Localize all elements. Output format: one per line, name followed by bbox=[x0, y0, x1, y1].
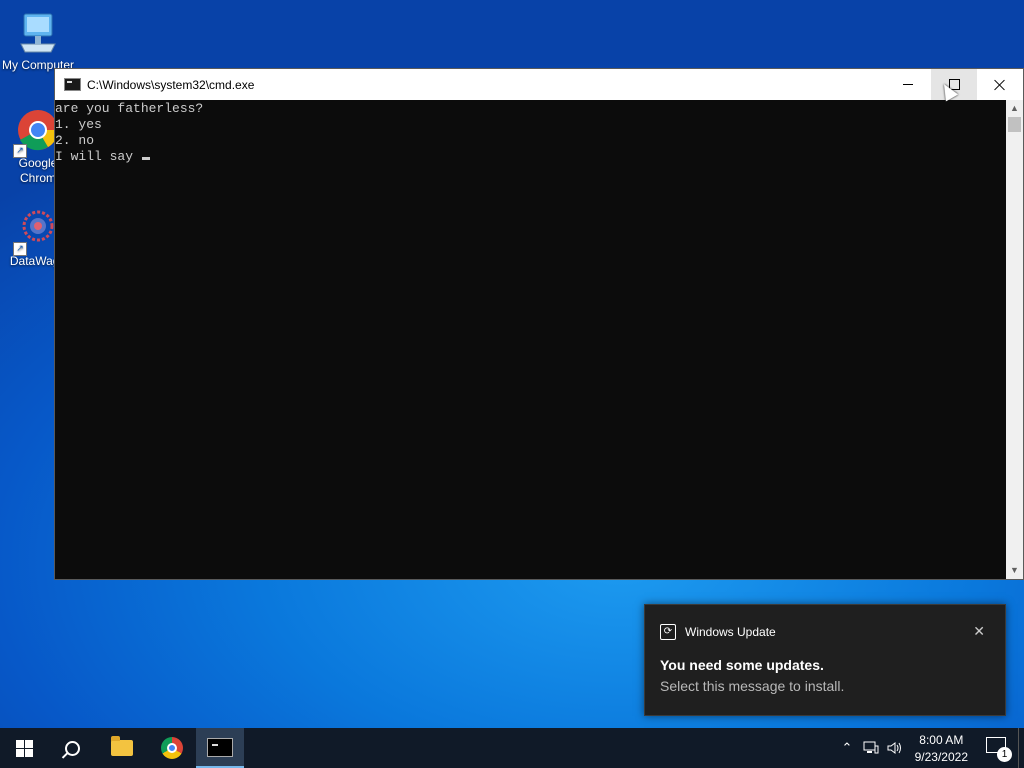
shortcut-arrow-icon: ↗ bbox=[13, 242, 27, 256]
shortcut-arrow-icon: ↗ bbox=[13, 144, 27, 158]
start-button[interactable] bbox=[0, 728, 48, 768]
show-hidden-icons-button[interactable]: ⌃ bbox=[838, 728, 856, 768]
cmd-icon bbox=[207, 737, 233, 757]
minimize-button[interactable] bbox=[885, 69, 931, 100]
chevron-up-icon: ⌃ bbox=[841, 740, 853, 755]
vertical-scrollbar[interactable]: ▲ ▼ bbox=[1006, 100, 1023, 579]
scroll-up-icon[interactable]: ▲ bbox=[1006, 100, 1023, 117]
file-explorer-button[interactable] bbox=[98, 728, 146, 768]
console-line: 1. yes bbox=[55, 117, 102, 132]
network-icon[interactable] bbox=[860, 728, 882, 768]
close-button[interactable] bbox=[977, 69, 1023, 100]
close-icon bbox=[994, 79, 1006, 91]
cmd-taskbar-button[interactable] bbox=[196, 728, 244, 768]
minimize-icon bbox=[903, 84, 913, 85]
search-icon bbox=[64, 740, 80, 756]
toast-app-name: Windows Update bbox=[685, 625, 776, 639]
window-titlebar[interactable]: C:\Windows\system32\cmd.exe bbox=[55, 69, 1023, 100]
taskbar: ⌃ 8:00 AM 9/23/2022 1 bbox=[0, 728, 1024, 768]
console-prompt: I will say bbox=[55, 149, 141, 164]
console-output[interactable]: are you fatherless? 1. yes 2. no I will … bbox=[55, 100, 1006, 579]
scroll-down-icon[interactable]: ▼ bbox=[1006, 562, 1023, 579]
toast-header: ⟳ Windows Update bbox=[660, 624, 776, 640]
text-cursor bbox=[141, 157, 150, 160]
desktop-icon-my-computer[interactable]: My Computer bbox=[0, 10, 76, 73]
system-clock[interactable]: 8:00 AM 9/23/2022 bbox=[915, 732, 968, 766]
clock-time: 8:00 AM bbox=[919, 733, 964, 747]
console-line: are you fatherless? bbox=[55, 101, 204, 116]
chrome-icon bbox=[161, 737, 183, 759]
update-icon: ⟳ bbox=[660, 624, 676, 640]
windows-update-toast[interactable]: ⟳ Windows Update ✕ You need some updates… bbox=[644, 604, 1006, 716]
chrome-taskbar-button[interactable] bbox=[148, 728, 196, 768]
notification-count-badge: 1 bbox=[997, 747, 1012, 762]
window-title: C:\Windows\system32\cmd.exe bbox=[87, 77, 255, 92]
toast-headline: You need some updates. bbox=[660, 657, 824, 673]
console-input-line[interactable]: I will say bbox=[55, 149, 1006, 165]
windows-logo-icon bbox=[15, 739, 33, 757]
search-button[interactable] bbox=[48, 728, 96, 768]
computer-icon bbox=[15, 10, 61, 56]
toast-message: Select this message to install. bbox=[660, 678, 845, 694]
console-line: 2. no bbox=[55, 133, 95, 148]
cmd-icon bbox=[64, 78, 81, 91]
scroll-thumb[interactable] bbox=[1008, 117, 1021, 132]
folder-icon bbox=[111, 736, 133, 756]
volume-icon[interactable] bbox=[884, 728, 906, 768]
show-desktop-button[interactable] bbox=[1018, 728, 1024, 768]
desktop-icon-label: Google Chrom bbox=[18, 156, 58, 185]
cmd-window[interactable]: C:\Windows\system32\cmd.exe are you fath… bbox=[54, 68, 1024, 580]
clock-date: 9/23/2022 bbox=[914, 750, 968, 764]
toast-close-icon[interactable]: ✕ bbox=[973, 623, 985, 640]
